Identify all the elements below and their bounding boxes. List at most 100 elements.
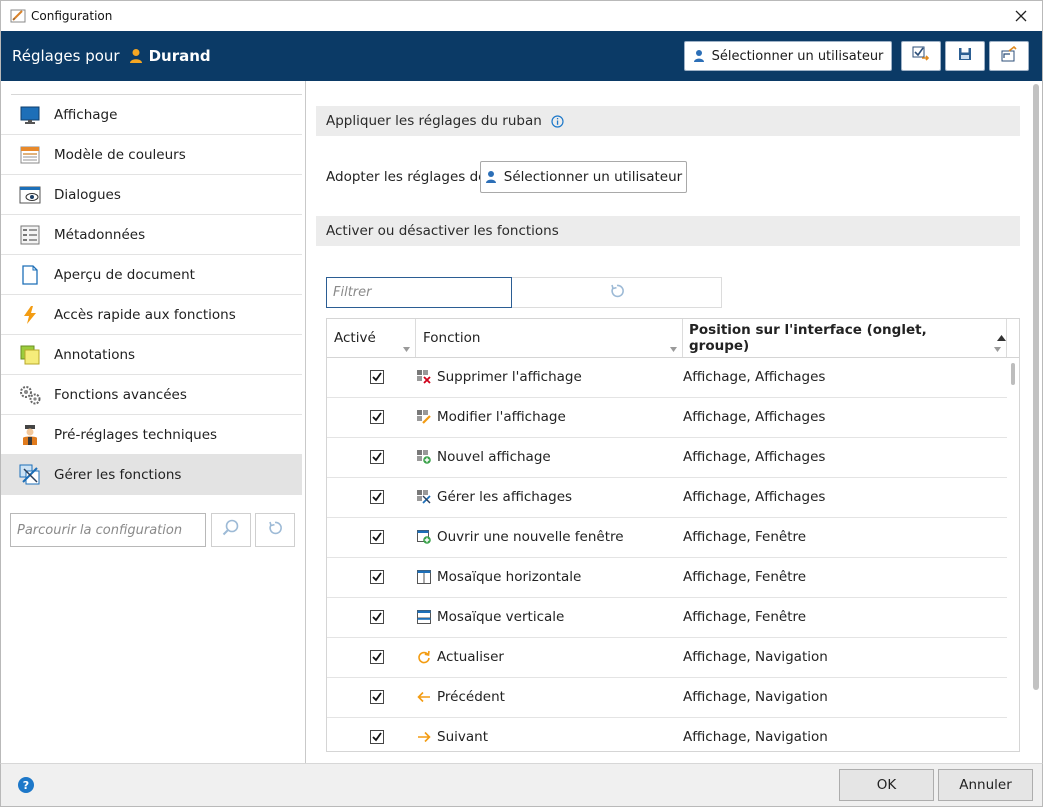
- window-title: Configuration: [31, 9, 113, 23]
- apply-settings-icon: [912, 46, 930, 66]
- function-name: Nouvel affichage: [437, 449, 551, 465]
- sticky-note-icon: [19, 344, 41, 366]
- filter-reset-button[interactable]: [512, 277, 722, 308]
- column-header-label: Activé: [334, 330, 376, 346]
- apply-settings-button[interactable]: [901, 41, 941, 71]
- function-position: Affichage, Affichages: [683, 449, 826, 465]
- table-row[interactable]: Ouvrir une nouvelle fenêtre Affichage, F…: [327, 518, 1007, 558]
- close-icon[interactable]: [1010, 5, 1032, 27]
- edit-view-icon: [417, 410, 431, 424]
- sidebar-item-label: Fonctions avancées: [54, 386, 187, 403]
- sidebar-item-apercu[interactable]: Aperçu de document: [1, 255, 302, 295]
- function-name: Gérer les affichages: [437, 489, 573, 505]
- table-scrollbar-thumb[interactable]: [1011, 363, 1015, 385]
- active-checkbox[interactable]: [370, 410, 384, 424]
- save-button[interactable]: [945, 41, 985, 71]
- table-row[interactable]: Mosaïque horizontale Affichage, Fenêtre: [327, 558, 1007, 598]
- active-checkbox[interactable]: [370, 730, 384, 744]
- column-header-active[interactable]: Activé: [327, 319, 416, 357]
- function-name: Mosaïque verticale: [437, 609, 565, 625]
- function-name: Supprimer l'affichage: [437, 369, 582, 385]
- adopt-select-user-button[interactable]: Sélectionner un utilisateur: [480, 161, 687, 193]
- active-checkbox[interactable]: [370, 610, 384, 624]
- table-row[interactable]: Actualiser Affichage, Navigation: [327, 638, 1007, 678]
- ok-button[interactable]: OK: [839, 769, 934, 801]
- sidebar-item-label: Métadonnées: [54, 226, 146, 243]
- config-search-input[interactable]: [10, 513, 206, 547]
- save-icon: [958, 47, 972, 65]
- sidebar-item-annotations[interactable]: Annotations: [1, 335, 302, 375]
- reset-search-button[interactable]: [255, 513, 295, 547]
- search-button[interactable]: [211, 513, 251, 547]
- sidebar-item-acces-rapide[interactable]: Accès rapide aux fonctions: [1, 295, 302, 335]
- reset-icon: [267, 520, 283, 540]
- sidebar-item-label: Modèle de couleurs: [54, 146, 186, 163]
- column-header-position[interactable]: Position sur l'interface (onglet, groupe…: [683, 319, 1007, 357]
- function-name: Précédent: [437, 689, 505, 705]
- sidebar-item-label: Accès rapide aux fonctions: [54, 306, 236, 323]
- active-checkbox[interactable]: [370, 650, 384, 664]
- gears-icon: [19, 384, 41, 406]
- table-row[interactable]: Mosaïque verticale Affichage, Fenêtre: [327, 598, 1007, 638]
- sidebar-item-fonctions-avancees[interactable]: Fonctions avancées: [1, 375, 302, 415]
- table-row[interactable]: Nouvel affichage Affichage, Affichages: [327, 438, 1007, 478]
- select-user-button[interactable]: Sélectionner un utilisateur: [684, 41, 892, 71]
- function-position: Affichage, Affichages: [683, 409, 826, 425]
- function-name: Suivant: [437, 729, 488, 745]
- function-position: Affichage, Fenêtre: [683, 529, 807, 545]
- sort-ascending-icon: [997, 335, 1006, 341]
- section-title: Appliquer les réglages du ruban: [326, 113, 542, 129]
- sidebar-item-affichage[interactable]: Affichage: [1, 95, 302, 135]
- export-button[interactable]: [989, 41, 1029, 71]
- sidebar-item-label: Aperçu de document: [54, 266, 195, 283]
- window-titlebar: Configuration: [0, 0, 1043, 31]
- content-scrollbar-thumb[interactable]: [1033, 84, 1039, 690]
- table-row[interactable]: Suivant Affichage, Navigation: [327, 718, 1007, 751]
- chevron-down-icon[interactable]: [669, 345, 678, 354]
- sidebar-item-label: Gérer les fonctions: [54, 466, 182, 483]
- table-row[interactable]: Supprimer l'affichage Affichage, Afficha…: [327, 358, 1007, 398]
- cancel-button[interactable]: Annuler: [938, 769, 1033, 801]
- active-checkbox[interactable]: [370, 570, 384, 584]
- active-checkbox[interactable]: [370, 450, 384, 464]
- sidebar-item-color-model[interactable]: Modèle de couleurs: [1, 135, 302, 175]
- sidebar-item-gerer-fonctions[interactable]: Gérer les fonctions: [1, 455, 302, 495]
- column-header-label: Position sur l'interface (onglet, groupe…: [689, 322, 927, 354]
- column-header-function[interactable]: Fonction: [416, 319, 683, 357]
- chevron-down-icon[interactable]: [993, 345, 1002, 354]
- sidebar-item-label: Annotations: [54, 346, 136, 363]
- sidebar-item-pre-reglages[interactable]: Pré-réglages techniques: [1, 415, 302, 455]
- functions-table: Activé Fonction Position sur l'interface…: [326, 318, 1020, 752]
- active-checkbox[interactable]: [370, 690, 384, 704]
- filter-input[interactable]: [326, 277, 512, 308]
- sidebar-item-metadonnees[interactable]: Métadonnées: [1, 215, 302, 255]
- function-position: Affichage, Affichages: [683, 369, 826, 385]
- new-view-icon: [417, 450, 431, 464]
- dialog-footer: ? OK Annuler: [0, 763, 1043, 807]
- active-checkbox[interactable]: [370, 370, 384, 384]
- sidebar-item-label: Dialogues: [54, 186, 121, 203]
- function-name: Mosaïque horizontale: [437, 569, 582, 585]
- sidebar-item-dialogues[interactable]: Dialogues: [1, 175, 302, 215]
- table-row[interactable]: Modifier l'affichage Affichage, Affichag…: [327, 398, 1007, 438]
- settings-header: Réglages pour Durand Sélectionner un uti…: [0, 31, 1043, 81]
- config-sidebar: Affichage Modèle de couleurs Dialogues M…: [0, 81, 306, 763]
- active-checkbox[interactable]: [370, 530, 384, 544]
- sidebar-item-label: Affichage: [54, 106, 118, 123]
- help-icon[interactable]: ?: [18, 777, 34, 793]
- function-position: Affichage, Fenêtre: [683, 569, 807, 585]
- info-icon[interactable]: [551, 114, 564, 128]
- active-checkbox[interactable]: [370, 490, 384, 504]
- table-row[interactable]: Gérer les affichages Affichage, Affichag…: [327, 478, 1007, 518]
- manage-views-icon: [417, 490, 431, 504]
- function-name: Ouvrir une nouvelle fenêtre: [437, 529, 624, 545]
- chevron-down-icon[interactable]: [402, 345, 411, 354]
- user-icon: [129, 48, 143, 64]
- color-model-icon: [19, 144, 41, 166]
- technician-icon: [19, 424, 41, 446]
- reset-icon: [609, 283, 625, 303]
- export-icon: [1001, 45, 1017, 66]
- table-row[interactable]: Précédent Affichage, Navigation: [327, 678, 1007, 718]
- select-user-label: Sélectionner un utilisateur: [711, 48, 884, 64]
- function-name: Actualiser: [437, 649, 504, 665]
